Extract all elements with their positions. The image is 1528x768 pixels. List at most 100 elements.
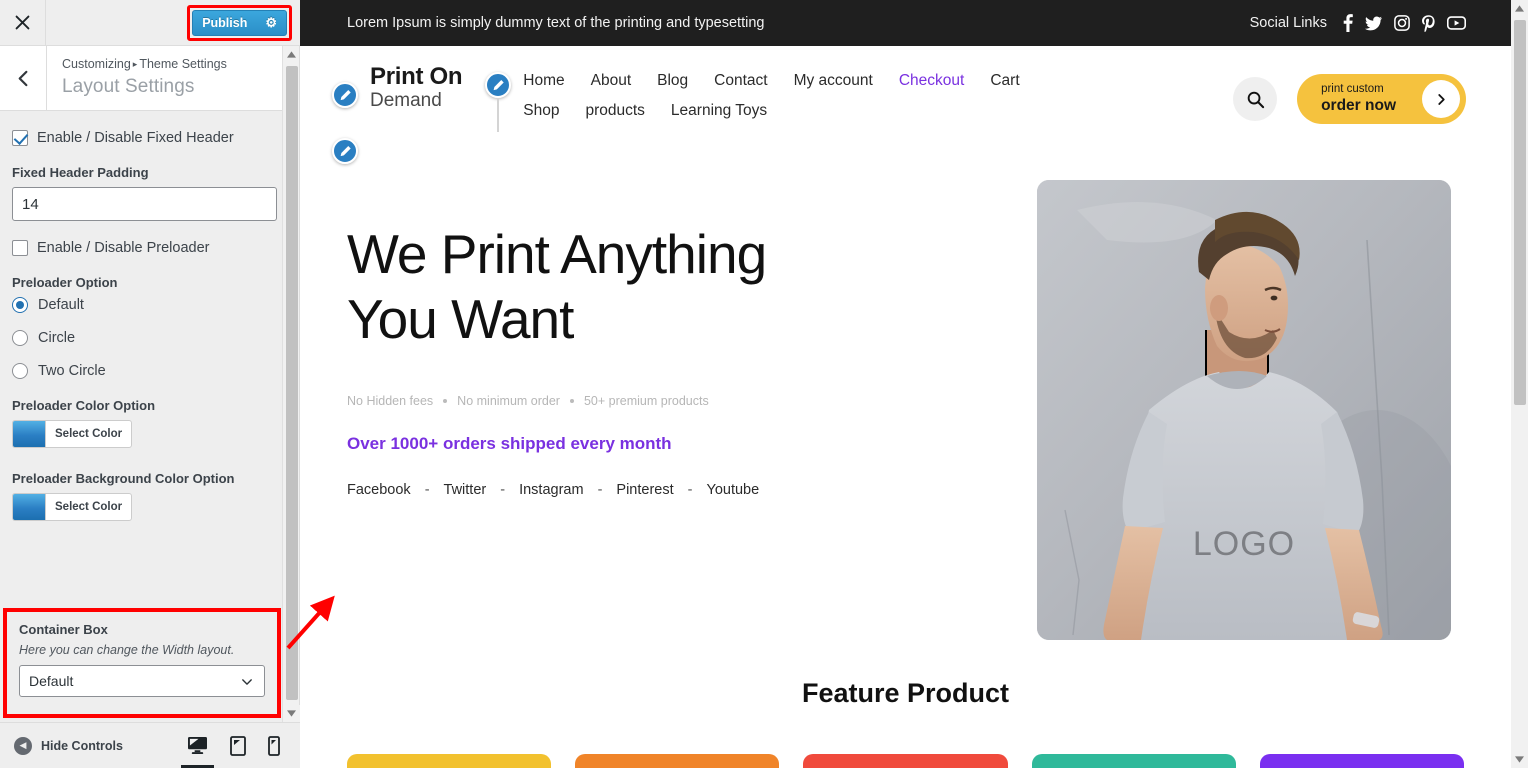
scroll-down-arrow-icon[interactable] xyxy=(283,705,300,722)
fixed-header-padding-control: Fixed Header Padding xyxy=(12,165,277,221)
container-box-control-highlight: Container Box Here you can change the Wi… xyxy=(3,608,281,718)
hero-social-twitter[interactable]: Twitter xyxy=(444,482,487,498)
logo-line-1: Print On xyxy=(370,63,463,90)
sidebar-scrollbar[interactable] xyxy=(282,46,300,722)
container-box-description: Here you can change the Width layout. xyxy=(19,643,235,657)
color-swatch xyxy=(13,421,46,447)
preloader-option-circle[interactable]: Circle xyxy=(12,330,277,346)
container-box-select[interactable]: Default xyxy=(19,665,265,697)
gear-icon[interactable]: ⚙ xyxy=(265,16,277,29)
preloader-color-control: Preloader Color Option Select Color xyxy=(12,398,277,452)
hero-heading: We Print Anything You Want xyxy=(347,222,1007,352)
preloader-bg-color-label: Preloader Background Color Option xyxy=(12,471,235,486)
youtube-icon[interactable] xyxy=(1447,16,1466,30)
nav-item-cart[interactable]: Cart xyxy=(990,72,1019,90)
cta-main-label: order now xyxy=(1321,96,1396,114)
hero-social-facebook[interactable]: Facebook xyxy=(347,482,411,498)
bullet-dot-icon xyxy=(443,398,448,403)
customizer-screen: Publish ⚙ Customizing ▸ Theme Settings Lay… xyxy=(0,0,1528,768)
collapse-arrow-icon: ◀ xyxy=(14,736,32,755)
separator-dash: - xyxy=(424,481,430,498)
announcement-text: Lorem Ipsum is simply dummy text of the … xyxy=(347,15,765,31)
fixed-header-checkbox[interactable] xyxy=(12,130,28,146)
radio-default[interactable] xyxy=(12,297,28,313)
scroll-down-arrow-icon[interactable] xyxy=(1511,751,1528,768)
feature-card-3[interactable] xyxy=(803,754,1008,768)
shirt-logo-text: LOGO xyxy=(1192,525,1296,563)
order-now-button[interactable]: print custom order now xyxy=(1297,74,1466,124)
feature-card-2[interactable] xyxy=(575,754,780,768)
feature-product-section: Feature Product xyxy=(300,640,1511,768)
pencil-edit-icon[interactable] xyxy=(332,138,358,164)
desktop-icon[interactable] xyxy=(181,736,214,768)
chevron-left-icon[interactable] xyxy=(0,46,47,110)
nav-item-learning-toys[interactable]: Learning Toys xyxy=(671,102,767,120)
pinterest-icon[interactable] xyxy=(1422,14,1435,32)
bullet-dot-icon xyxy=(569,398,574,403)
hero-social-instagram[interactable]: Instagram xyxy=(519,482,583,498)
device-preview-switcher xyxy=(181,735,280,768)
search-icon[interactable] xyxy=(1233,77,1278,121)
preloader-bg-color-control: Preloader Background Color Option Select… xyxy=(12,471,277,525)
nav-item-shop[interactable]: Shop xyxy=(523,102,559,120)
nav-item-about[interactable]: About xyxy=(591,72,632,90)
pencil-edit-icon[interactable] xyxy=(332,82,358,108)
hero-social-youtube[interactable]: Youtube xyxy=(706,482,759,498)
close-icon[interactable] xyxy=(0,0,46,45)
breadcrumb: Customizing ▸ Theme Settings xyxy=(62,56,227,74)
publish-highlight: Publish ⚙ xyxy=(187,4,292,41)
logo-text[interactable]: Print On Demand xyxy=(370,63,463,113)
breadcrumb-current[interactable]: Theme Settings xyxy=(139,57,227,71)
preloader-option-default[interactable]: Default xyxy=(12,297,277,313)
fixed-header-toggle[interactable]: Enable / Disable Fixed Header xyxy=(12,130,277,146)
fixed-header-padding-input[interactable] xyxy=(12,187,277,221)
preloader-toggle[interactable]: Enable / Disable Preloader xyxy=(12,240,277,256)
preloader-option-two-circle[interactable]: Two Circle xyxy=(12,363,277,379)
container-box-label: Container Box xyxy=(19,622,108,637)
sidebar-scrollbar-thumb[interactable] xyxy=(286,66,298,700)
feature-card-1[interactable] xyxy=(347,754,552,768)
twitter-icon[interactable] xyxy=(1365,16,1382,31)
publish-button[interactable]: Publish ⚙ xyxy=(192,9,287,36)
breadcrumb-parent[interactable]: Customizing xyxy=(62,57,131,71)
feature-card-5[interactable] xyxy=(1259,754,1465,768)
mobile-icon[interactable] xyxy=(268,735,280,756)
instagram-icon[interactable] xyxy=(1394,15,1410,31)
preloader-bg-color-picker-button[interactable]: Select Color xyxy=(12,493,133,521)
feature-card-4[interactable] xyxy=(1031,754,1236,768)
hide-controls-button[interactable]: ◀ Hide Controls xyxy=(14,736,123,755)
nav-item-home[interactable]: Home xyxy=(523,72,564,90)
separator-dash: - xyxy=(687,481,693,498)
pencil-edit-icon[interactable] xyxy=(485,72,512,98)
facebook-icon[interactable] xyxy=(1343,14,1353,32)
select-color-label: Select Color xyxy=(55,501,123,513)
select-color-label: Select Color xyxy=(55,428,123,440)
hero-social-pinterest[interactable]: Pinterest xyxy=(616,482,673,498)
nav-edit-stem xyxy=(497,98,500,132)
preloader-checkbox[interactable] xyxy=(12,240,28,256)
separator-dash: - xyxy=(597,481,603,498)
nav-item-contact[interactable]: Contact xyxy=(714,72,767,90)
header-actions: print custom order now xyxy=(1233,64,1466,124)
man-in-grey-tshirt-photo: LOGO xyxy=(1037,180,1451,640)
scroll-up-arrow-icon[interactable] xyxy=(1511,0,1528,17)
hero-section: We Print Anything You Want No Hidden fee… xyxy=(300,124,1511,640)
hero-meta-item-3: 50+ premium products xyxy=(583,393,709,408)
fixed-header-label: Enable / Disable Fixed Header xyxy=(37,130,234,146)
radio-two-circle-label: Two Circle xyxy=(38,363,106,379)
separator-dash: - xyxy=(500,481,506,498)
radio-two-circle[interactable] xyxy=(12,363,28,379)
preloader-option-label: Preloader Option xyxy=(12,275,118,290)
nav-row-primary: Home About Blog Contact My account Check… xyxy=(523,72,1019,90)
nav-item-my-account[interactable]: My account xyxy=(794,72,873,90)
browser-scrollbar[interactable] xyxy=(1511,0,1528,768)
preloader-color-picker-button[interactable]: Select Color xyxy=(12,420,133,448)
nav-item-blog[interactable]: Blog xyxy=(657,72,688,90)
scroll-up-arrow-icon[interactable] xyxy=(283,46,299,63)
radio-circle[interactable] xyxy=(12,330,28,346)
container-box-selected-value: Default xyxy=(29,673,74,689)
tablet-icon[interactable] xyxy=(230,735,246,756)
nav-item-products[interactable]: products xyxy=(585,102,644,120)
nav-item-checkout[interactable]: Checkout xyxy=(899,72,964,90)
browser-scrollbar-thumb[interactable] xyxy=(1514,20,1526,405)
